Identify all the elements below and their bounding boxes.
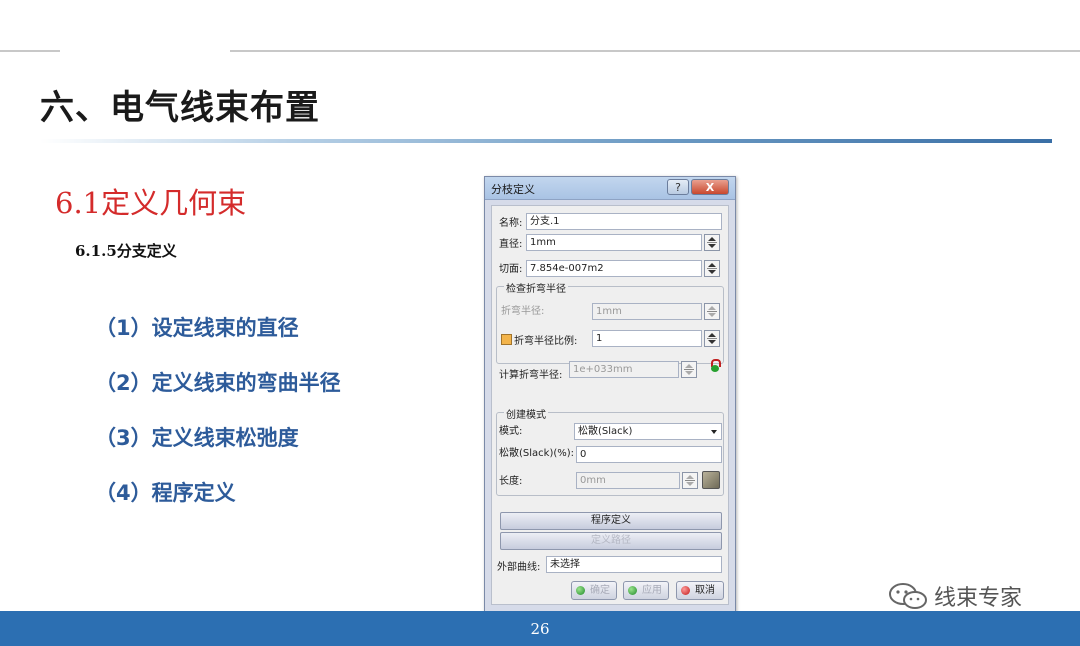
program-define-button[interactable]: 程序定义 bbox=[500, 512, 722, 530]
name-field[interactable]: 分支.1 bbox=[526, 213, 722, 230]
mode-group-title: 创建模式 bbox=[504, 406, 548, 421]
bullet-item-4: （4）程序定义 bbox=[95, 481, 236, 505]
section-spinner[interactable] bbox=[704, 260, 720, 277]
ok-icon bbox=[576, 586, 585, 595]
external-curve-field[interactable]: 未选择 bbox=[546, 556, 722, 573]
cancel-button[interactable]: 取消 bbox=[676, 581, 724, 600]
wechat-icon bbox=[889, 583, 927, 609]
apply-icon bbox=[628, 586, 637, 595]
chevron-down-icon bbox=[711, 430, 717, 434]
lock-status-icon[interactable] bbox=[710, 359, 721, 373]
slide-title: 六、电气线束布置 bbox=[40, 88, 320, 128]
slack-label: 松散(Slack)(%): bbox=[499, 448, 575, 459]
slack-field[interactable]: 0 bbox=[576, 446, 722, 463]
watermark: 线束专家 bbox=[888, 580, 1022, 612]
diameter-spinner[interactable] bbox=[704, 234, 720, 251]
bullet-item-3: （3）定义线束松弛度 bbox=[95, 426, 299, 450]
diameter-label: 直径: bbox=[499, 239, 523, 250]
apply-button-label: 应用 bbox=[642, 585, 662, 596]
section-title: 6.1定义几何束 bbox=[55, 186, 247, 220]
diameter-field[interactable]: 1mm bbox=[526, 234, 702, 251]
external-curve-label: 外部曲线: bbox=[497, 562, 541, 573]
define-route-button[interactable]: 定义路径 bbox=[500, 532, 722, 550]
bend-check-group bbox=[496, 286, 724, 364]
apply-button[interactable]: 应用 bbox=[623, 581, 669, 600]
help-button[interactable]: ? bbox=[667, 179, 689, 195]
cancel-icon bbox=[681, 586, 690, 595]
computed-bend-label: 计算折弯半径: bbox=[499, 370, 563, 381]
mode-select-value: 松散(Slack) bbox=[578, 426, 633, 437]
bend-ratio-field[interactable]: 1 bbox=[592, 330, 702, 347]
close-button[interactable]: X bbox=[691, 179, 729, 195]
bend-radius-field[interactable]: 1mm bbox=[592, 303, 702, 320]
watermark-text: 线束专家 bbox=[934, 586, 1023, 611]
top-rule-left bbox=[0, 50, 60, 52]
bullet-item-2: （2）定义线束的弯曲半径 bbox=[95, 371, 341, 395]
dialog-titlebar[interactable]: 分枝定义 ? X bbox=[485, 177, 735, 200]
top-rule-right bbox=[230, 50, 1080, 52]
cancel-button-label: 取消 bbox=[695, 585, 715, 596]
bend-ratio-checkbox[interactable] bbox=[501, 334, 512, 345]
section-label: 切面: bbox=[499, 264, 523, 275]
computed-bend-field: 1e+033mm bbox=[569, 361, 679, 378]
ok-button[interactable]: 确定 bbox=[571, 581, 617, 600]
bend-ratio-spinner[interactable] bbox=[704, 330, 720, 347]
length-spinner[interactable] bbox=[682, 472, 698, 489]
bend-radius-spinner[interactable] bbox=[704, 303, 720, 320]
page-number: 26 bbox=[530, 620, 550, 638]
length-label: 长度: bbox=[499, 476, 523, 487]
computed-bend-spinner[interactable] bbox=[681, 361, 697, 378]
dialog-title: 分枝定义 bbox=[491, 183, 535, 196]
length-field: 0mm bbox=[576, 472, 680, 489]
name-label: 名称: bbox=[499, 218, 523, 229]
title-underline bbox=[40, 139, 1052, 143]
mode-label: 模式: bbox=[499, 426, 523, 437]
bend-radius-label: 折弯半径: bbox=[501, 306, 545, 317]
branch-definition-dialog: 分枝定义 ? X 名称: 分支.1 直径: 1mm 切面: 7.854e-007… bbox=[484, 176, 736, 613]
ok-button-label: 确定 bbox=[590, 585, 610, 596]
bullet-item-1: （1）设定线束的直径 bbox=[95, 316, 299, 340]
subsection-title: 6.1.5分支定义 bbox=[75, 242, 177, 260]
mode-select[interactable]: 松散(Slack) bbox=[574, 423, 722, 440]
section-field[interactable]: 7.854e-007m2 bbox=[526, 260, 702, 277]
dialog-panel: 名称: 分支.1 直径: 1mm 切面: 7.854e-007m2 检查折弯半径… bbox=[491, 205, 729, 605]
measure-icon[interactable] bbox=[702, 471, 720, 489]
bend-group-title: 检查折弯半径 bbox=[504, 280, 568, 295]
bend-ratio-label: 折弯半径比例: bbox=[514, 336, 578, 347]
